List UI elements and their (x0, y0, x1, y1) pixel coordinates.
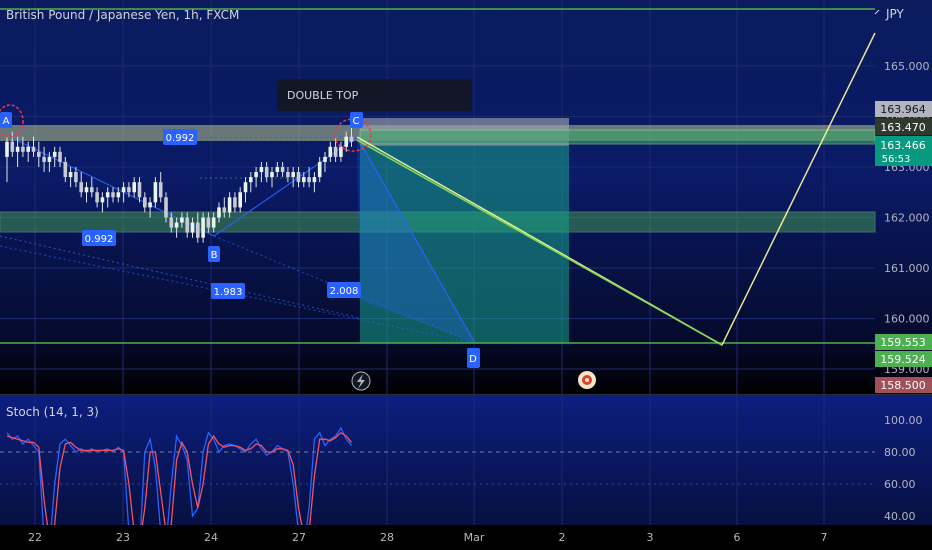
price-tick-label: 162.000 (884, 212, 930, 225)
svg-text:0.992: 0.992 (166, 133, 195, 144)
lightning-icon[interactable] (351, 371, 371, 391)
time-tick-label: 22 (28, 531, 42, 544)
ratio-label-cd: 2.008 (327, 282, 361, 298)
osc-tick-label: 60.00 (884, 478, 916, 491)
price-tick-label: 161.000 (884, 262, 930, 275)
time-tick-label: 23 (116, 531, 130, 544)
ratio-label-ac: 0.992 (163, 129, 197, 145)
osc-tick-label: 100.00 (884, 414, 923, 427)
svg-text:A: A (3, 116, 10, 127)
price-label-low: 158.500 (875, 377, 932, 393)
entry-zone (359, 129, 876, 145)
osc-tick-label: 80.00 (884, 446, 916, 459)
chart-canvas[interactable]: DOUBLE TOP A B C D 0.992 0.992 1.983 2.0… (0, 0, 932, 550)
svg-text:D: D (469, 354, 477, 365)
oscillator-title: Stoch (14, 1, 3) (6, 405, 99, 419)
calendar-event-icon[interactable] (578, 371, 596, 389)
ratio-label-ab: 0.992 (82, 230, 116, 246)
price-label-target-1: 159.553 (875, 334, 932, 350)
osc-tick-label: 40.00 (884, 510, 916, 523)
time-tick-label: 24 (204, 531, 218, 544)
svg-text:2.008: 2.008 (330, 286, 359, 297)
svg-text:B: B (211, 250, 218, 261)
point-c-label: C (350, 112, 363, 128)
oscillator-pane-bg (0, 395, 932, 525)
price-label-stop: 163.964 (875, 101, 932, 117)
point-a-label: A (0, 112, 12, 128)
time-tick-label: 3 (647, 531, 654, 544)
time-tick-label: Mar (464, 531, 485, 544)
ratio-label-bd: 1.983 (211, 283, 245, 299)
time-tick-label: 7 (821, 531, 828, 544)
chart-root: DOUBLE TOP A B C D 0.992 0.992 1.983 2.0… (0, 0, 932, 550)
point-d-label: D (467, 348, 480, 368)
svg-text:158.500: 158.500 (880, 379, 926, 392)
point-b-label: B (208, 246, 220, 262)
svg-text:56:53: 56:53 (882, 154, 911, 165)
time-tick-label: 2 (559, 531, 566, 544)
price-label-last: 163.466 56:53 (875, 136, 932, 166)
svg-text:159.524: 159.524 (880, 353, 926, 366)
svg-text:159.553: 159.553 (880, 336, 926, 349)
symbol-title: British Pound / Japanese Yen, 1h, FXCM (6, 8, 239, 22)
svg-text:1.983: 1.983 (214, 287, 243, 298)
price-tick-label: 165.000 (884, 60, 930, 73)
price-tick-label: 160.000 (884, 313, 930, 326)
svg-text:163.964: 163.964 (880, 103, 926, 116)
currency-label: JPY (885, 7, 905, 21)
price-label-target-2: 159.524 (875, 351, 932, 367)
svg-text:163.466: 163.466 (880, 139, 926, 152)
time-tick-label: 27 (292, 531, 306, 544)
time-tick-label: 6 (734, 531, 741, 544)
svg-text:0.992: 0.992 (85, 234, 114, 245)
double-top-text: DOUBLE TOP (287, 89, 359, 102)
time-tick-label: 28 (380, 531, 394, 544)
double-top-label: DOUBLE TOP (277, 79, 472, 111)
svg-text:163.470: 163.470 (880, 121, 926, 134)
price-label-entry: 163.470 (875, 118, 932, 135)
svg-text:C: C (353, 116, 360, 127)
